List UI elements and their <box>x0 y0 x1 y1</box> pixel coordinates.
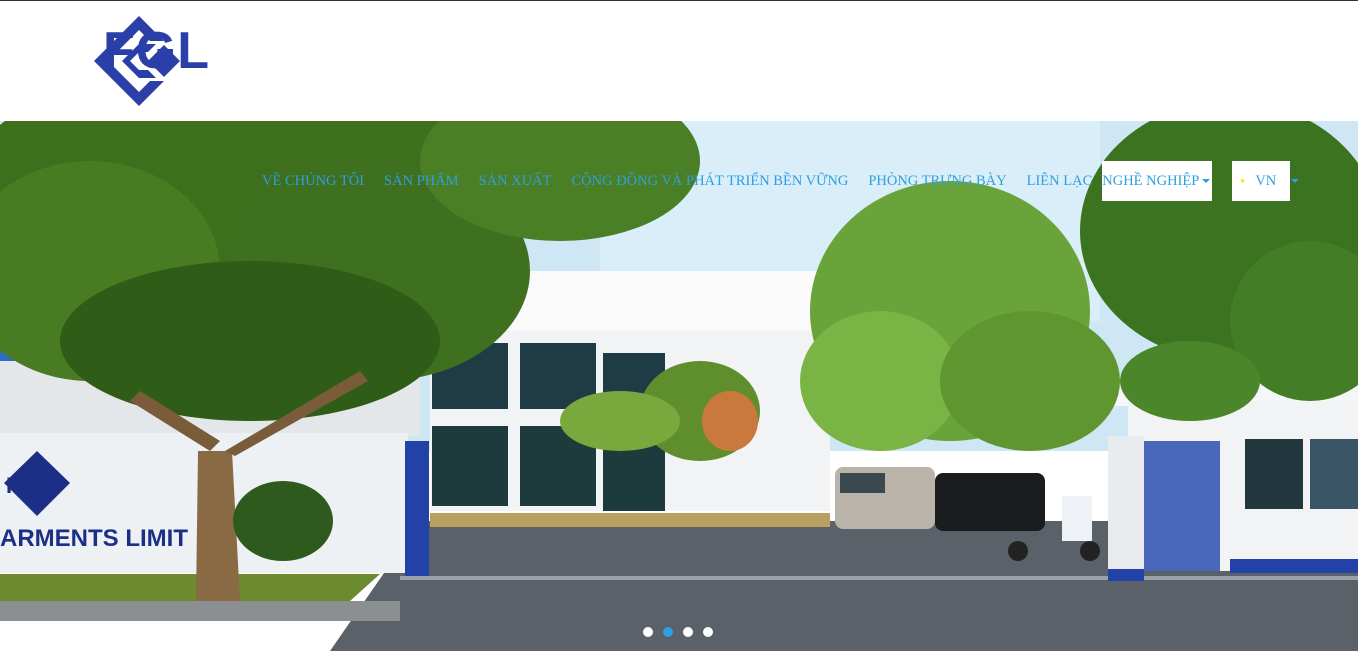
chevron-down-icon <box>1291 179 1300 183</box>
language-label[interactable]: VN <box>1245 161 1286 201</box>
site-header: FGL <box>0 1 1358 121</box>
nav-item-products[interactable]: SẢN PHẨM <box>374 161 469 201</box>
slider-pagination <box>643 627 723 637</box>
nav-item-manufacturing[interactable]: SẢN XUẤT <box>469 161 562 201</box>
logo-wordmark[interactable]: FGL <box>103 21 210 81</box>
main-navigation: VỀ CHÚNG TÔI SẢN PHẨM SẢN XUẤT CỘNG ĐỒNG… <box>252 161 1300 201</box>
slider-dot-4[interactable] <box>703 627 713 637</box>
nav-item-careers[interactable]: NGHỀ NGHIỆP <box>1102 161 1201 201</box>
chevron-down-icon <box>1202 179 1211 183</box>
nav-item-showroom[interactable]: PHÒNG TRƯNG BÀY <box>858 161 1016 201</box>
slider-dot-3[interactable] <box>683 627 693 637</box>
nav-item-about-us[interactable]: VỀ CHÚNG TÔI <box>252 161 374 201</box>
language-selector[interactable]: VN <box>1232 161 1300 201</box>
nav-item-careers-dropdown[interactable]: NGHỀ NGHIỆP <box>1102 161 1213 201</box>
hero-slider: FGL ARMENTS LIMIT VỀ CHÚNG TÔI SẢN PHẨM … <box>0 121 1358 651</box>
nav-item-contact[interactable]: LIÊN LẠC <box>1017 161 1103 201</box>
sign-logo-text: FGL <box>6 473 50 498</box>
nav-item-community-sustainability[interactable]: CỘNG ĐỒNG VÀ PHÁT TRIỂN BỀN VỮNG <box>561 161 858 201</box>
slider-dot-1[interactable] <box>643 627 653 637</box>
sign-company-text: ARMENTS LIMIT <box>0 525 188 552</box>
slider-dot-2[interactable] <box>663 627 673 637</box>
